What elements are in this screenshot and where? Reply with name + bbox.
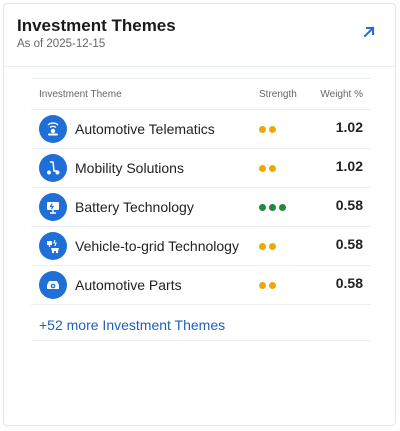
header-theme: Investment Theme	[39, 89, 122, 100]
car-parts-icon	[39, 271, 67, 299]
theme-name: Automotive Parts	[75, 277, 182, 293]
table-row[interactable]: Automotive Telematics 1.02	[31, 110, 371, 149]
strength-indicator	[259, 243, 276, 250]
strength-indicator	[259, 126, 276, 133]
table-row[interactable]: Mobility Solutions 1.02	[31, 149, 371, 188]
theme-name: Vehicle-to-grid Technology	[75, 238, 239, 254]
card-title: Investment Themes	[17, 16, 176, 35]
strength-dot	[259, 165, 266, 172]
themes-table: Investment Theme Strength Weight % Autom…	[31, 78, 371, 305]
as-of-date: As of 2025-12-15	[17, 38, 106, 50]
strength-dot	[259, 204, 266, 211]
theme-weight: 1.02	[335, 158, 363, 174]
table-row[interactable]: Automotive Parts 0.58	[31, 266, 371, 305]
theme-name: Automotive Telematics	[75, 121, 215, 137]
strength-dot	[269, 282, 276, 289]
strength-dot	[259, 126, 266, 133]
theme-weight: 0.58	[335, 197, 363, 213]
investment-themes-card: Investment Themes As of 2025-12-15 Inves…	[3, 3, 396, 426]
strength-dot	[259, 282, 266, 289]
more-themes-link[interactable]: +52 more Investment Themes	[39, 317, 225, 333]
strength-indicator	[259, 282, 276, 289]
strength-dot	[269, 126, 276, 133]
table-header: Investment Theme Strength Weight %	[31, 78, 371, 110]
theme-weight: 0.58	[335, 236, 363, 252]
strength-indicator	[259, 204, 286, 211]
header-weight: Weight %	[320, 89, 363, 100]
strength-dot	[269, 165, 276, 172]
card-header: Investment Themes As of 2025-12-15	[4, 4, 395, 67]
battery-icon	[39, 193, 67, 221]
strength-dot	[269, 204, 276, 211]
telematics-icon	[39, 115, 67, 143]
strength-indicator	[259, 165, 276, 172]
theme-weight: 1.02	[335, 119, 363, 135]
table-row[interactable]: Vehicle-to-grid Technology 0.58	[31, 227, 371, 266]
vehicle-grid-icon	[39, 232, 67, 260]
header-strength: Strength	[259, 89, 297, 100]
divider	[31, 340, 371, 341]
theme-name: Mobility Solutions	[75, 160, 184, 176]
table-row[interactable]: Battery Technology 0.58	[31, 188, 371, 227]
arrow-up-right-icon[interactable]	[361, 24, 377, 40]
strength-dot	[279, 204, 286, 211]
theme-name: Battery Technology	[75, 199, 194, 215]
strength-dot	[259, 243, 266, 250]
theme-weight: 0.58	[335, 275, 363, 291]
strength-dot	[269, 243, 276, 250]
scooter-icon	[39, 154, 67, 182]
